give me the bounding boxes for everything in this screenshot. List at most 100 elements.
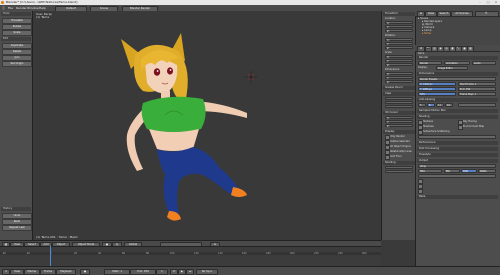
shading-field[interactable] [385,166,413,169]
rotation-y-field[interactable]: Y: [385,42,413,46]
dimensions-x-field[interactable]: X: [385,72,413,76]
texture-tab-icon[interactable]: ▦ [467,46,474,52]
location-y-field[interactable]: Y: [385,25,413,29]
outliner-display-mode[interactable]: All Scenes [451,11,473,17]
end-frame-field[interactable]: End: 250 [130,269,156,275]
animation-button[interactable]: Animation [444,61,470,65]
current-frame-field[interactable]: 1 [156,269,168,275]
aa-filter-select[interactable] [458,103,496,107]
file-extensions-checkbox[interactable] [418,189,423,194]
rotation-x-field[interactable]: X: [385,38,413,42]
render-button[interactable]: Render [418,61,442,65]
jump-start-icon[interactable]: ⏮ [170,269,178,275]
compression-slider[interactable] [418,174,496,178]
scale-button[interactable]: Scale [2,30,32,36]
timeline-menu-playback[interactable]: Playback [56,269,76,275]
motion-blur-panel-header[interactable]: Sampled Motion Blur [417,109,498,113]
matcap-field[interactable] [385,170,413,173]
alpha-mode-select[interactable] [418,135,496,139]
record-icon[interactable]: ● [80,269,90,275]
grease-pencil-panel-header[interactable]: Grease Pencil [383,86,415,90]
tool-shelf-header[interactable]: Tools [1,12,31,16]
scale-y-field[interactable]: Y: [385,59,413,63]
output-path-field[interactable]: /tmp/ [418,164,496,168]
timeline-menu-marker[interactable]: Marker [24,269,40,275]
frame-step-field[interactable]: Frame Step: 1 [458,92,496,96]
timeline-tick: 100 [170,252,175,255]
post-processing-panel-header[interactable]: Post Processing [417,147,498,151]
timeline-tick: -20 [26,252,30,255]
dimensions-z-field[interactable]: Z: [385,80,413,84]
play-icon[interactable]: ▶ [178,269,186,275]
timeline-tick: 260 [362,252,367,255]
clip-start-field[interactable] [385,101,413,104]
tool-shelf: Tools Translate Rotate Scale Edit Duplic… [0,11,33,240]
location-x-field[interactable]: X: [385,21,413,25]
bake-panel-header[interactable]: Bake [417,195,498,199]
textures-label: Textures [423,120,433,123]
cursor-y-field[interactable]: Y: [385,120,413,124]
display-panel-header[interactable]: Display [383,130,415,134]
cursor-z-field[interactable]: Z: [385,124,413,128]
scale-z-field[interactable]: Z: [385,63,413,67]
outliner-search-input[interactable]: 🔍 [475,11,499,17]
aa-11-button[interactable]: 11 [436,103,444,107]
start-frame-field[interactable]: Start Frame: 1 [458,82,496,86]
edit-section-header[interactable]: Edit [1,37,31,41]
lens-field[interactable] [385,97,413,100]
outline-selected-label: Outline Selected [390,140,410,143]
render-panel-header[interactable]: Render [417,56,498,60]
set-origin-button[interactable]: Set Origin [2,61,32,67]
aa-5-button[interactable]: 5 [418,103,426,107]
character-model-illustration[interactable] [33,11,381,240]
freestyle-panel-header[interactable]: Freestyle [417,153,498,157]
display-select[interactable]: Image Editor [436,66,468,70]
timeline-editor-icon[interactable]: ⏱ [2,269,10,275]
output-panel-header[interactable]: Output [417,159,498,163]
timeline-menu-view[interactable]: View [10,269,24,275]
location-z-field[interactable]: Z: [385,29,413,33]
view-panel-header[interactable]: View [383,92,415,96]
3d-viewport[interactable] [33,11,381,240]
3d-cursor-panel-header[interactable]: 3D Cursor [383,111,415,115]
history-section-header[interactable]: History [1,207,31,211]
color-bw-button[interactable]: BW [444,169,460,173]
file-format-select[interactable]: PNG [418,169,442,173]
resolution-y-field[interactable]: Y: 1080 px [418,87,456,91]
sync-select[interactable]: No Sync [196,269,218,275]
clip-end-field[interactable] [385,105,413,108]
location-label: Location: [385,17,396,20]
3d-cursor-icon [245,71,257,83]
aa-8-button[interactable]: 8 [427,103,435,107]
cursor-x-field[interactable]: X: [385,116,413,120]
outliner-row-selected[interactable]: ▸ Tama [422,32,431,35]
jump-end-icon[interactable]: ⏭ [186,269,194,275]
color-rgb-button[interactable]: RGB [461,169,477,173]
start-frame-field[interactable]: Start: 1 [104,269,130,275]
outliner-menu-search[interactable]: Search [437,11,451,17]
render-presets-select[interactable]: Render Presets [418,77,496,81]
repeat-last-button[interactable]: Repeat Last [2,225,32,231]
performance-panel-header[interactable]: Performance [417,141,498,145]
audio-button[interactable]: Audio [472,61,496,65]
transform-panel-header[interactable]: Transform [383,12,415,16]
resolution-percentage-field[interactable]: 50% [418,92,456,96]
timeline-tick: 200 [290,252,295,255]
end-frame-field[interactable]: End: 250 [458,87,496,91]
shading-panel-header[interactable]: Shading [417,115,498,119]
resolution-x-field[interactable]: X: 1920 px [418,82,456,86]
timeline-editor[interactable] [0,246,381,267]
dimensions-y-field[interactable]: Y: [385,76,413,80]
color-rgba-button[interactable]: RGBA [478,169,496,173]
aa-16-button[interactable]: 16 [445,103,453,107]
rotation-z-field[interactable]: Z: [385,46,413,50]
scale-label: Scale: [385,51,393,54]
anti-aliasing-panel-header[interactable]: Anti-Aliasing [417,98,498,102]
timeline-menu-frame[interactable]: Frame [40,269,56,275]
scale-x-field[interactable]: X: [385,55,413,59]
timeline-tick: 60 [122,252,126,255]
dimensions-panel-header[interactable]: Dimensions [417,72,498,76]
shadows-label: Shadows [423,125,434,128]
current-frame-line[interactable] [50,246,51,266]
shading-panel-header[interactable]: Shading [383,161,415,165]
